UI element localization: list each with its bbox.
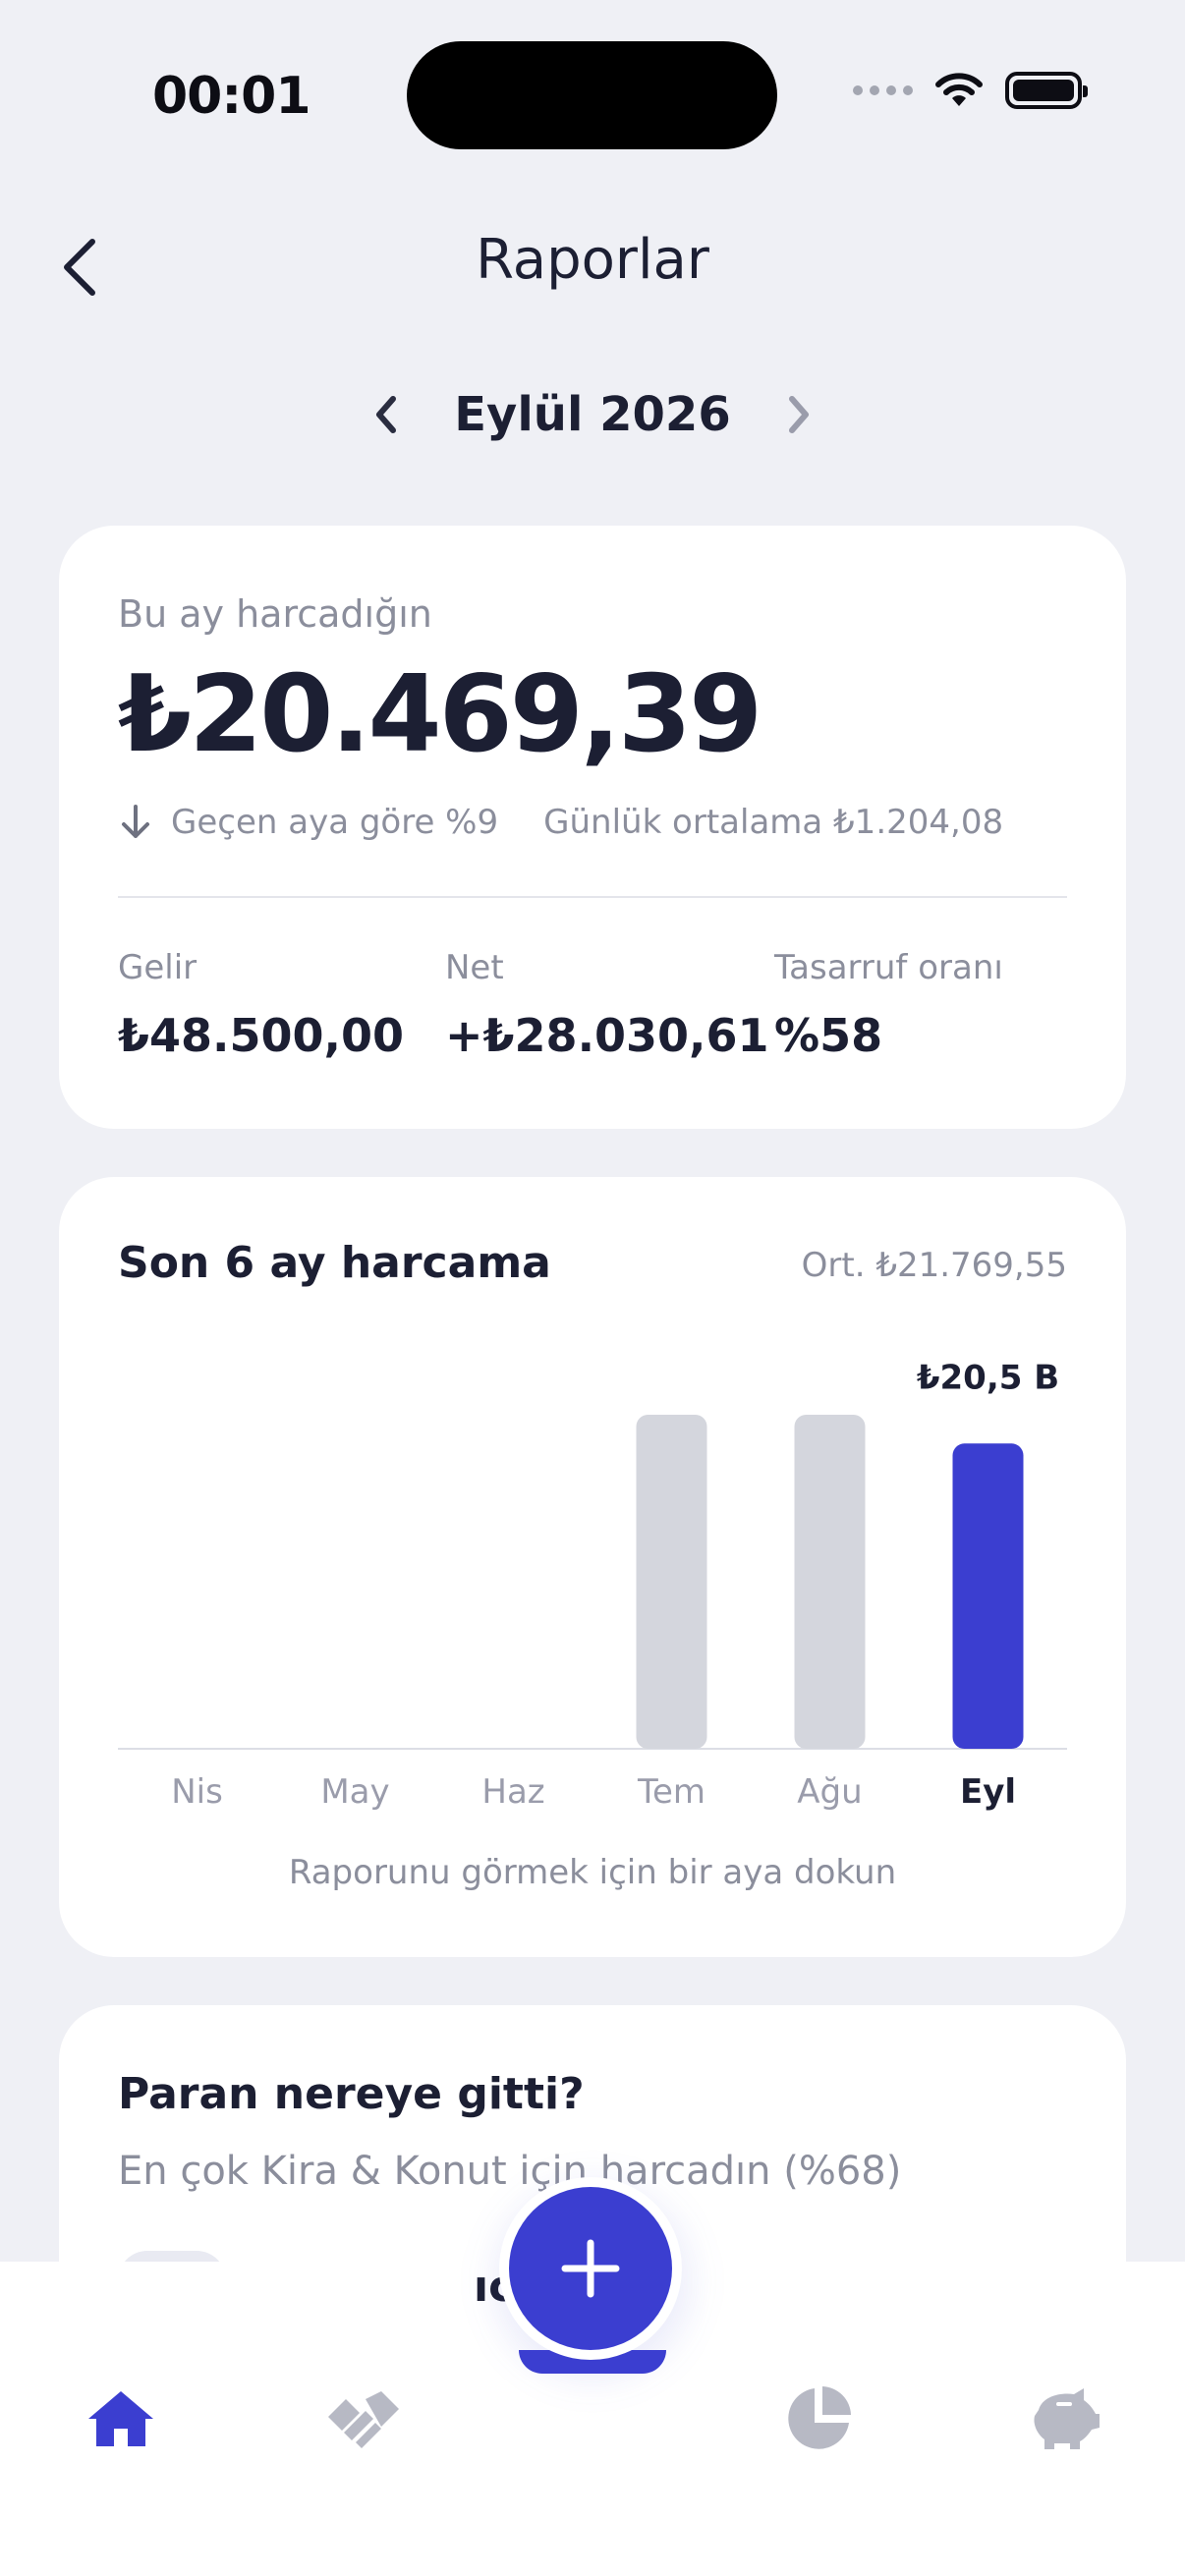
net-label: Net [445, 948, 504, 987]
plus-icon [561, 2239, 620, 2298]
chart-bar-3[interactable] [636, 1415, 707, 1749]
divider [118, 896, 1067, 898]
pie-chart-icon [788, 2386, 851, 2449]
cellular-signal-icon [853, 85, 913, 95]
breakdown-title: Paran nereye gitti? [118, 2069, 585, 2119]
savings-rate-stat: Tasarruf oranı %58 [774, 948, 1003, 1062]
handshake-icon [328, 2391, 399, 2448]
tab-debts[interactable] [310, 2365, 418, 2473]
chart-value-label: ₺20,5 B [917, 1358, 1059, 1397]
chevron-left-icon [376, 396, 397, 433]
page-title: Raporlar [476, 228, 709, 292]
wifi-icon [935, 73, 983, 106]
chart-tick-label-3[interactable]: Tem [637, 1772, 705, 1812]
savings-rate-value: %58 [774, 1009, 883, 1062]
net-stat: Net +₺28.030,61 [445, 948, 769, 1062]
chart-hint: Raporunu görmek için bir aya dokun [288, 1853, 897, 1892]
six-month-chart-card: Son 6 ay harcama Ort. ₺21.769,55 Nis May H… [59, 1177, 1126, 1957]
tab-savings[interactable] [1010, 2365, 1118, 2473]
chart-bar-5[interactable] [952, 1443, 1024, 1749]
dynamic-island [407, 41, 777, 149]
income-label: Gelir [118, 948, 198, 987]
home-icon [88, 2391, 153, 2446]
month-change-text: Geçen aya göre %9 [171, 803, 499, 842]
current-month: Eylül 2026 [454, 387, 731, 442]
spent-amount: ₺20.469,39 [118, 653, 762, 776]
monthly-summary-card: Bu ay harcadığın ₺20.469,39 Geçen aya gö… [59, 526, 1126, 1129]
chart-tick-label-5[interactable]: Eyl [960, 1772, 1016, 1812]
add-transaction-button[interactable] [499, 2177, 682, 2360]
income-stat: Gelir ₺48.500,00 [118, 948, 404, 1062]
spending-bar-chart: Nis May Haz Tem Ağu ₺20,5 B Eyl [118, 1358, 1067, 1812]
battery-icon [1005, 72, 1088, 109]
status-time: 00:01 [152, 67, 311, 126]
savings-rate-label: Tasarruf oranı [774, 948, 1003, 987]
month-selector: Eylül 2026 [0, 385, 1185, 444]
tab-reports[interactable] [764, 2365, 873, 2473]
status-icons [853, 71, 1088, 110]
tab-home[interactable] [67, 2365, 175, 2473]
chart-bar-4[interactable] [794, 1415, 866, 1749]
income-value: ₺48.500,00 [118, 1009, 405, 1062]
spent-label: Bu ay harcadığın [118, 592, 432, 636]
daily-average-text: Günlük ortalama ₺1.204,08 [543, 803, 1004, 842]
arrow-down-icon [118, 803, 153, 842]
next-month-button[interactable] [780, 385, 819, 444]
summary-meta: Geçen aya göre %9 Günlük ortalama ₺1.204… [118, 803, 1003, 842]
reports-screen: 00:01 Raporlar Eylül 2026 Bu ay harcadığ… [0, 0, 1185, 2576]
chart-tick-label-4[interactable]: Ağu [797, 1772, 862, 1812]
chevron-right-icon [788, 396, 809, 433]
piggy-bank-icon [1034, 2388, 1100, 2449]
add-transaction-button-inner [509, 2187, 672, 2350]
chart-tick-label-2[interactable]: Haz [481, 1772, 544, 1812]
chart-tick-label-1[interactable]: May [320, 1772, 389, 1812]
breakdown-subtitle: En çok Kira & Konut için harcadın (%68) [118, 2149, 902, 2194]
net-value: +₺28.030,61 [445, 1009, 769, 1062]
chart-tick-label-0[interactable]: Nis [171, 1772, 223, 1812]
previous-month-button[interactable] [366, 385, 405, 444]
